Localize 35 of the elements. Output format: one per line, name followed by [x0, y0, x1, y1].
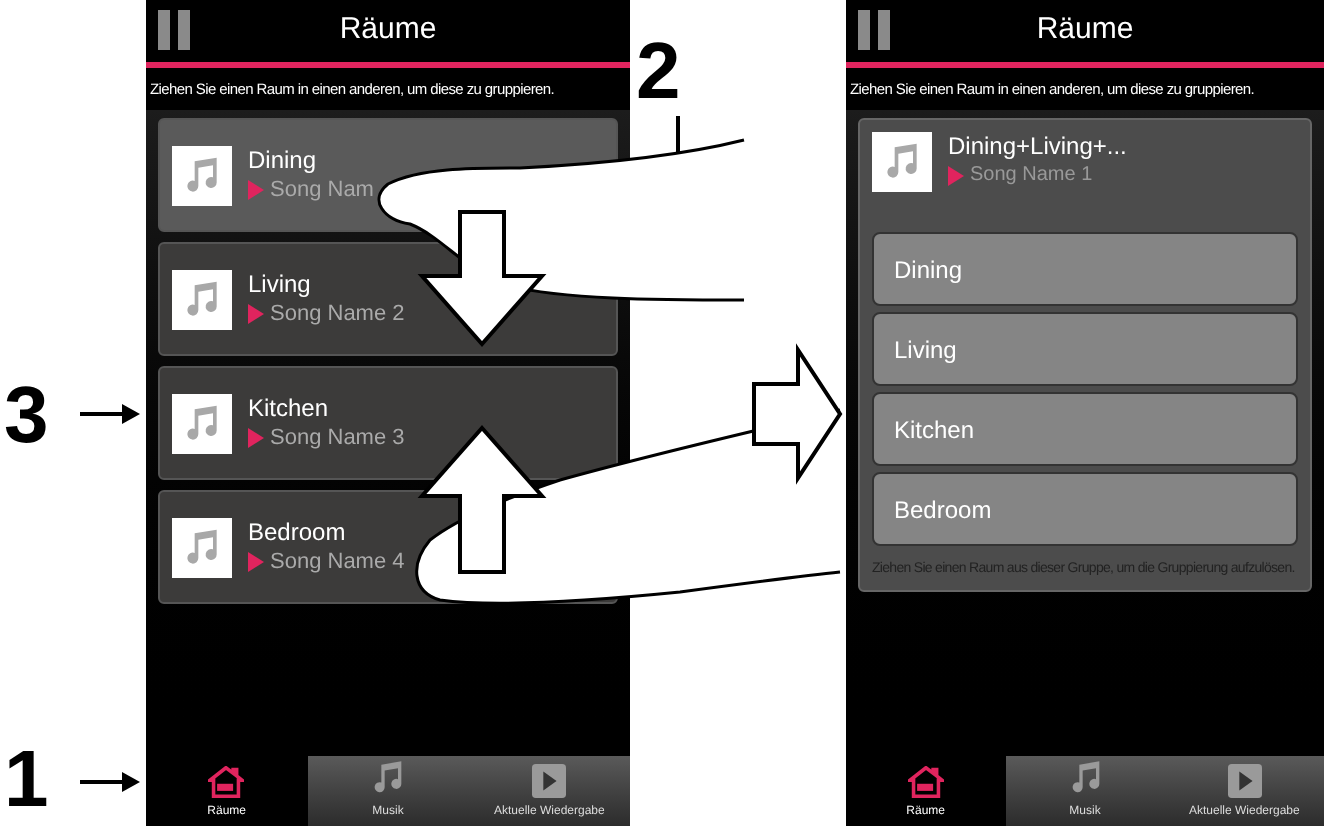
house-icon [208, 766, 245, 798]
play-icon [248, 304, 264, 325]
group-member[interactable]: Bedroom [872, 472, 1298, 547]
pointer-arrow [80, 404, 140, 424]
group-member[interactable]: Dining [872, 232, 1298, 307]
screen-title: Räume [339, 10, 437, 51]
song-name: Song Name 4 [270, 548, 405, 577]
group-member[interactable]: Living [872, 312, 1298, 387]
screen-title: Räume [1036, 10, 1134, 51]
pointer-arrow [80, 772, 140, 792]
right-arrow-drawing [752, 343, 843, 485]
song-name: Song Name 3 [270, 424, 405, 453]
room-name: Kitchen [248, 394, 331, 425]
down-arrow-overlay [417, 210, 547, 348]
step-number: 3 [4, 376, 49, 456]
step-number: 2 [636, 32, 681, 112]
play-icon [532, 764, 567, 798]
play-icon [248, 552, 264, 573]
group-name: Dining+Living+... [948, 132, 1127, 163]
pause-icon[interactable] [158, 10, 190, 50]
pause-icon[interactable] [858, 10, 890, 50]
group-member[interactable]: Kitchen [872, 392, 1298, 467]
play-icon [248, 428, 264, 449]
room-name: Dining [248, 146, 319, 177]
room-card[interactable]: Kitchen Song Name 3 [158, 366, 618, 481]
song-name: Song Name 1 [970, 162, 1093, 189]
room-name: Living [248, 270, 313, 301]
song-name: Song Nam [270, 176, 374, 205]
step-number: 1 [4, 740, 49, 820]
house-icon [907, 766, 944, 798]
song-name: Song Name 2 [270, 300, 405, 329]
play-icon [1227, 764, 1262, 798]
play-icon [948, 165, 964, 186]
play-icon [248, 180, 264, 201]
room-name: Bedroom [248, 518, 348, 549]
